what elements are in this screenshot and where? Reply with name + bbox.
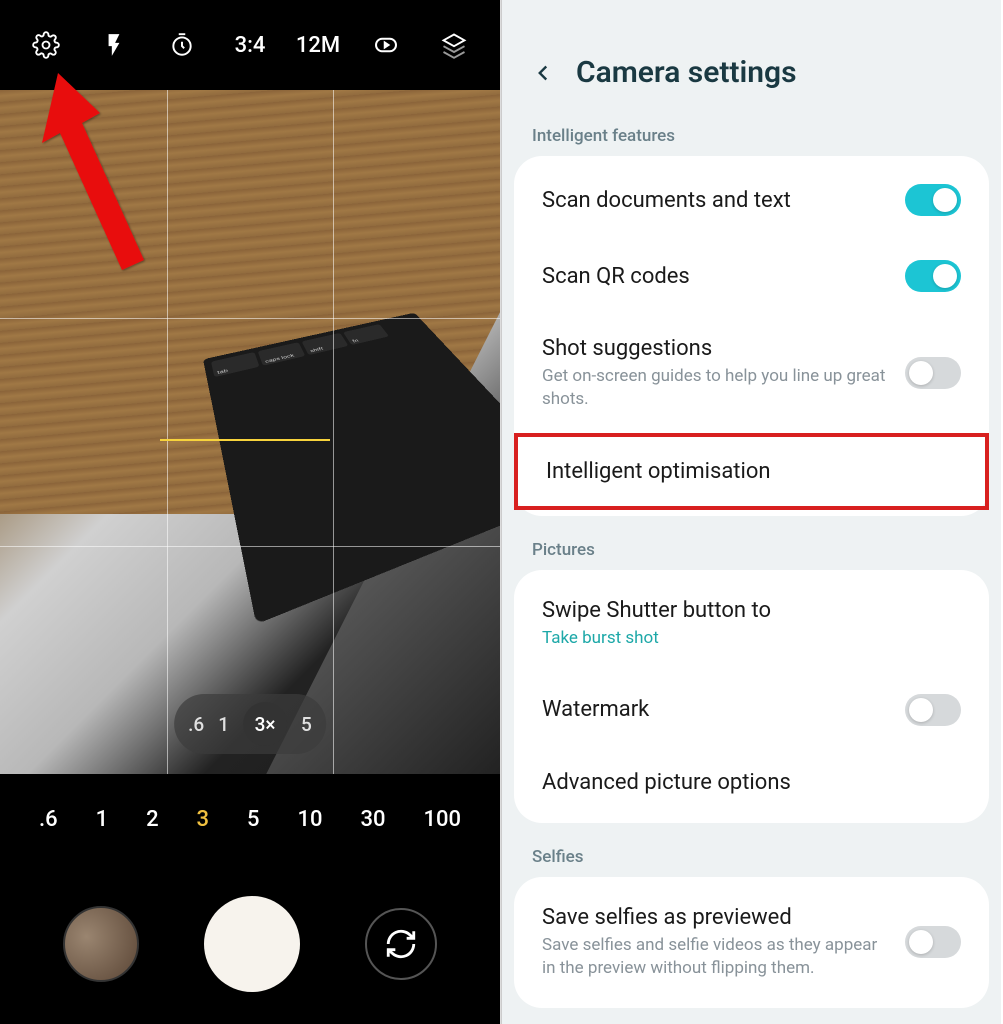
zoom-scale-bar[interactable]: .6 1 2 3 5 10 30 100 bbox=[0, 774, 500, 864]
row-title: Swipe Shutter button to bbox=[542, 598, 961, 623]
settings-gear-icon[interactable] bbox=[25, 24, 67, 66]
setting-swipe-shutter[interactable]: Swipe Shutter button to Take burst shot bbox=[514, 576, 989, 672]
zoom-step[interactable]: 2 bbox=[146, 807, 159, 832]
timer-icon[interactable] bbox=[161, 24, 203, 66]
setting-watermark[interactable]: Watermark bbox=[514, 672, 989, 748]
toggle-switch[interactable] bbox=[905, 694, 961, 726]
settings-card: Swipe Shutter button to Take burst shot … bbox=[514, 570, 989, 823]
setting-save-selfies-as-previewed[interactable]: Save selfies as previewed Save selfies a… bbox=[514, 883, 989, 1002]
shutter-button[interactable] bbox=[204, 896, 300, 992]
setting-advanced-picture[interactable]: Advanced picture options bbox=[514, 748, 989, 817]
page-title: Camera settings bbox=[576, 55, 797, 90]
filters-icon[interactable] bbox=[433, 24, 475, 66]
zoom-step[interactable]: 100 bbox=[423, 807, 461, 832]
row-title: Advanced picture options bbox=[542, 770, 961, 795]
zoom-step-selected[interactable]: 3 bbox=[197, 807, 210, 832]
row-title: Save selfies as previewed bbox=[542, 905, 887, 930]
row-title: Scan documents and text bbox=[542, 188, 887, 213]
zoom-step[interactable]: .6 bbox=[39, 807, 58, 832]
setting-scan-documents[interactable]: Scan documents and text bbox=[514, 162, 989, 238]
row-title: Shot suggestions bbox=[542, 336, 887, 361]
zoom-pill[interactable]: .6 1 3× 5 bbox=[174, 694, 326, 754]
toggle-switch[interactable] bbox=[905, 357, 961, 389]
settings-card: Save selfies as previewed Save selfies a… bbox=[514, 877, 989, 1008]
zoom-pill-option[interactable]: 1 bbox=[218, 713, 229, 736]
toggle-switch[interactable] bbox=[905, 184, 961, 216]
switch-camera-button[interactable] bbox=[365, 908, 437, 980]
zoom-pill-option[interactable]: 5 bbox=[301, 713, 312, 736]
row-subtitle: Take burst shot bbox=[542, 627, 961, 650]
gallery-thumbnail[interactable] bbox=[63, 906, 139, 982]
zoom-step[interactable]: 10 bbox=[298, 807, 323, 832]
camera-settings-screen: Camera settings Intelligent features Sca… bbox=[501, 0, 1001, 1024]
section-label: Pictures bbox=[514, 524, 989, 570]
zoom-step[interactable]: 30 bbox=[361, 807, 386, 832]
row-title: Scan QR codes bbox=[542, 264, 887, 289]
zoom-pill-option[interactable]: .6 bbox=[188, 713, 204, 736]
setting-intelligent-optimisation[interactable]: Intelligent optimisation bbox=[514, 433, 989, 510]
camera-app-screen: 3:4 12M tab caps lock shift fn .6 1 3× bbox=[0, 0, 501, 1024]
resolution-button[interactable]: 12M bbox=[297, 24, 339, 66]
toggle-switch[interactable] bbox=[905, 260, 961, 292]
section-label: Selfies bbox=[514, 831, 989, 877]
back-button[interactable] bbox=[526, 56, 560, 90]
camera-bottom-bar bbox=[0, 864, 500, 1024]
settings-card: Scan documents and text Scan QR codes Sh… bbox=[514, 156, 989, 516]
row-subtitle: Save selfies and selfie videos as they a… bbox=[542, 934, 887, 980]
setting-scan-qr[interactable]: Scan QR codes bbox=[514, 238, 989, 314]
setting-shot-suggestions[interactable]: Shot suggestions Get on-screen guides to… bbox=[514, 314, 989, 433]
row-title: Watermark bbox=[542, 697, 887, 722]
settings-header: Camera settings bbox=[502, 0, 1001, 110]
toggle-switch[interactable] bbox=[905, 926, 961, 958]
level-indicator bbox=[160, 439, 330, 441]
zoom-step[interactable]: 1 bbox=[96, 807, 109, 832]
zoom-pill-option-active[interactable]: 3× bbox=[243, 702, 287, 746]
flash-icon[interactable] bbox=[93, 24, 135, 66]
row-subtitle: Get on-screen guides to help you line up… bbox=[542, 365, 887, 411]
zoom-step[interactable]: 5 bbox=[247, 807, 260, 832]
annotation-arrow bbox=[30, 65, 160, 275]
settings-body[interactable]: Intelligent features Scan documents and … bbox=[502, 110, 1001, 1024]
aspect-ratio-button[interactable]: 3:4 bbox=[229, 24, 271, 66]
section-label: Intelligent features bbox=[514, 110, 989, 156]
row-title: Intelligent optimisation bbox=[546, 459, 957, 484]
motion-photo-icon[interactable] bbox=[365, 24, 407, 66]
